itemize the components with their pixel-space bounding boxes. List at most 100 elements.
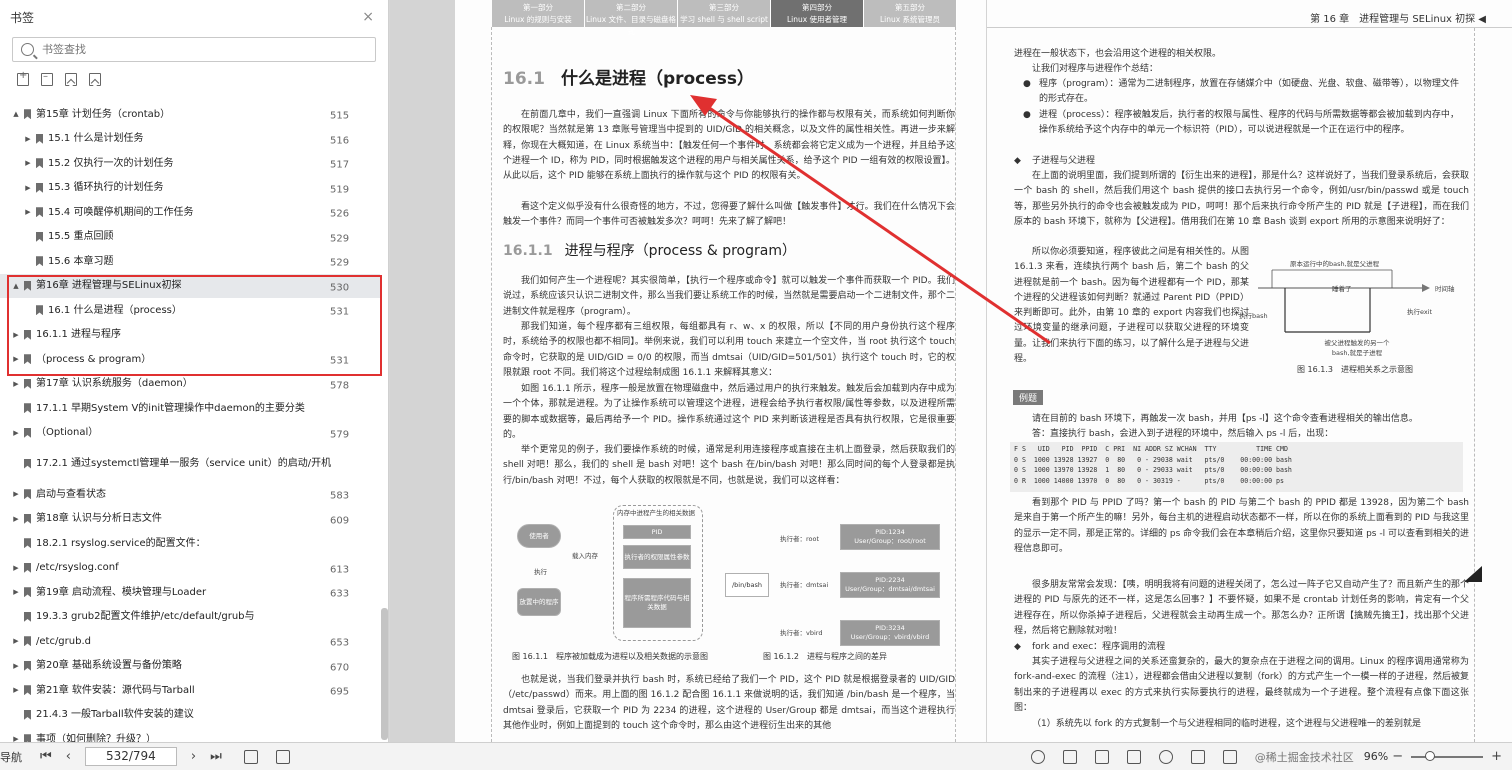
- bookmark-item[interactable]: 15.6 本章习题 529: [0, 249, 380, 274]
- rotate-icon[interactable]: [275, 749, 290, 764]
- expand-toggle-icon[interactable]: ▶: [11, 380, 21, 388]
- bookmark-title: 第16章 进程管理与SELinux初探: [36, 280, 182, 292]
- part-title: Linux 的规则与安装: [504, 15, 572, 24]
- close-icon[interactable]: ×: [362, 9, 374, 25]
- expand-toggle-icon[interactable]: ▶: [11, 662, 21, 670]
- fig-disk-node: 放置中的程序: [517, 588, 561, 616]
- bookmark-page-number: 578: [330, 380, 350, 392]
- bookmark-item[interactable]: 17.2.1 通过systemctl管理单一服务（service unit）的启…: [0, 445, 380, 482]
- fig-exec-vbird: 执行者：vbird: [780, 629, 823, 637]
- last-page-button[interactable]: ⏭: [210, 749, 222, 764]
- bookmark-item[interactable]: ▶ 15.3 循环执行的计划任务 519: [0, 176, 380, 201]
- zoom-slider-knob[interactable]: [1424, 750, 1435, 761]
- bookmark-page-number: 517: [330, 159, 350, 171]
- bookmark-item[interactable]: ▲ 第15章 计划任务（crontab） 515: [0, 102, 380, 127]
- bookmark-item[interactable]: 17.1.1 早期System V的init管理操作中daemon的主要分类: [0, 396, 380, 421]
- part-tab: 第五部分 Linux 系统管理员: [864, 0, 957, 27]
- single-page-icon[interactable]: [1062, 749, 1077, 764]
- expand-toggle-icon[interactable]: ▶: [23, 135, 33, 143]
- bookmark-icon: [36, 256, 43, 267]
- expand-toggle-icon[interactable]: ▶: [11, 564, 21, 572]
- bookmark-icon: [36, 231, 43, 242]
- expand-toggle-icon[interactable]: ▶: [11, 490, 21, 498]
- expand-toggle-icon[interactable]: ▶: [11, 735, 21, 742]
- zoom-slider[interactable]: [1411, 750, 1484, 761]
- code-line: 0 S 1000 13970 13928 1 80 0 - 29033 wait…: [1014, 466, 1292, 474]
- section-number: 16.1: [503, 69, 545, 89]
- bookmark-item[interactable]: 16.1 什么是进程（process） 531: [0, 298, 380, 323]
- paragraph: 看这个定义似乎没有什么很奇怪的地方，不过，您得要了解什么叫做【触发事件】才行。我…: [503, 202, 955, 228]
- bookmark-icon[interactable]: [89, 73, 101, 86]
- bookmark-item[interactable]: ▶ /etc/grub.d 653: [0, 629, 380, 654]
- expand-toggle-icon[interactable]: ▶: [11, 331, 21, 339]
- bookmark-item[interactable]: ▶ 事项（如何删除？升级？）: [0, 727, 380, 742]
- expand-toggle-icon[interactable]: ▶: [11, 588, 21, 596]
- first-page-button[interactable]: ⏮: [40, 749, 52, 764]
- zoom-out-icon[interactable]: −: [1392, 749, 1403, 764]
- bookmark-item[interactable]: ▶ /etc/rsyslog.conf 613: [0, 556, 380, 581]
- bookmark-item[interactable]: 15.5 重点回顾 529: [0, 225, 380, 250]
- expand-toggle-icon[interactable]: ▶: [23, 208, 33, 216]
- bookmark-item[interactable]: ▶ 第21章 软件安装：源代码与Tarball 695: [0, 678, 380, 703]
- expand-all-icon[interactable]: [17, 70, 29, 86]
- expand-toggle-icon[interactable]: ▶: [11, 429, 21, 437]
- bookmark-item[interactable]: ▶ （Optional） 579: [0, 421, 380, 446]
- bookmark-item[interactable]: ▶ 15.1 什么是计划任务 516: [0, 127, 380, 152]
- sidebar-header: 书签 ×: [0, 0, 388, 34]
- fit-page-icon[interactable]: [243, 749, 258, 764]
- expand-toggle-icon[interactable]: ▶: [11, 686, 21, 694]
- bookmark-icon: [24, 280, 31, 291]
- fig-exec-root: 执行者：root: [780, 535, 820, 543]
- expand-toggle-icon[interactable]: ▶: [23, 159, 33, 167]
- status-bar: 导航 ⏮ ‹ 532/794 › ⏭ @稀土掘金技术社区 96% − +: [0, 742, 1512, 770]
- paragraph: 在上面的说明里面，我们提到所谓的【衍生出来的进程】，那是什么？这样说好了，当我们…: [1014, 171, 1469, 227]
- bookmark-page-number: 609: [330, 515, 350, 527]
- bookmark-title: 第21章 软件安装：源代码与Tarball: [36, 684, 195, 696]
- bookmark-search-input[interactable]: [42, 43, 342, 56]
- expand-toggle-icon[interactable]: ▲: [11, 110, 21, 118]
- bookmark-item[interactable]: ▶ （process & program） 531: [0, 347, 380, 372]
- expand-toggle-icon[interactable]: ▶: [11, 637, 21, 645]
- sidebar-scrollbar[interactable]: [381, 608, 388, 740]
- bookmark-item[interactable]: ▶ 第18章 认识与分析日志文件 609: [0, 507, 380, 532]
- bookmark-item[interactable]: ▶ 启动与查看状态 583: [0, 482, 380, 507]
- two-page-icon[interactable]: [1126, 749, 1141, 764]
- bookmark-item[interactable]: 18.2.1 rsyslog.service的配置文件：: [0, 531, 380, 556]
- screenshot-icon[interactable]: [1190, 749, 1205, 764]
- paragraph: 进程在一般状态下，也会沿用这个进程的相关权限。: [1014, 49, 1222, 59]
- next-page-button[interactable]: ›: [191, 749, 196, 764]
- diamond-icon: ◆: [1014, 642, 1021, 652]
- bookmark-item[interactable]: ▲ 第16章 进程管理与SELinux初探 530: [0, 273, 380, 298]
- bookmark-item[interactable]: ▶ 第20章 基础系统设置与备份策略 670: [0, 654, 380, 679]
- expand-toggle-icon[interactable]: ▶: [11, 355, 21, 363]
- expand-toggle-icon[interactable]: ▶: [11, 515, 21, 523]
- bookmark-item[interactable]: ▶ 第17章 认识系统服务（daemon） 578: [0, 372, 380, 397]
- bookmark-item[interactable]: 21.4.3 一般Tarball软件安装的建议: [0, 703, 380, 728]
- zoom-in-icon[interactable]: +: [1491, 749, 1502, 764]
- expand-toggle-icon[interactable]: ▲: [11, 282, 21, 290]
- bookmark-item[interactable]: ▶ 第19章 启动流程、模块管理与Loader 633: [0, 580, 380, 605]
- bullet-item: 进程（process）：程序被触发后，执行者的权限与属性、程序的代码与所需数据等…: [1039, 110, 1459, 136]
- play-icon[interactable]: [1158, 749, 1173, 764]
- collapse-all-icon[interactable]: [41, 71, 53, 86]
- bookmark-search-box[interactable]: [12, 37, 376, 62]
- expand-toggle-icon[interactable]: ▶: [23, 184, 33, 192]
- document-icon[interactable]: [1094, 749, 1109, 764]
- add-bookmark-icon[interactable]: [65, 73, 77, 86]
- bookmark-item[interactable]: ▶ 15.4 可唤醒停机期间的工作任务 526: [0, 200, 380, 225]
- document-viewer[interactable]: 第一部分 Linux 的规则与安装 第二部分 Linux 文件、目录与磁盘格式 第三部分…: [390, 0, 1512, 742]
- bookmark-item[interactable]: ▶ 15.2 仅执行一次的计划任务 517: [0, 151, 380, 176]
- bookmark-sidebar: 书签 × ▲ 第15章 计划任务（crontab） 515 ▶15.1 什么是计划任务…: [0, 0, 389, 742]
- bookmark-page-number: 526: [330, 208, 350, 220]
- fullscreen-icon[interactable]: [1222, 749, 1237, 764]
- bookmark-item[interactable]: ▶ 16.1.1 进程与程序: [0, 323, 380, 348]
- bookmark-page-number: 695: [330, 686, 350, 698]
- code-line: 0 S 1000 13928 13927 0 80 0 - 29038 wait…: [1014, 455, 1292, 464]
- part-number: 第四部分: [802, 3, 832, 12]
- eye-protection-icon[interactable]: [1030, 749, 1045, 764]
- fig-user-node: 使用者: [517, 524, 561, 548]
- page-number-input[interactable]: 532/794: [84, 747, 177, 766]
- part-tab: 第三部分 学习 shell 与 shell script: [678, 0, 771, 27]
- bookmark-item[interactable]: 19.3.3 grub2配置文件维护/etc/default/grub与: [0, 605, 380, 630]
- prev-page-button[interactable]: ‹: [66, 749, 71, 764]
